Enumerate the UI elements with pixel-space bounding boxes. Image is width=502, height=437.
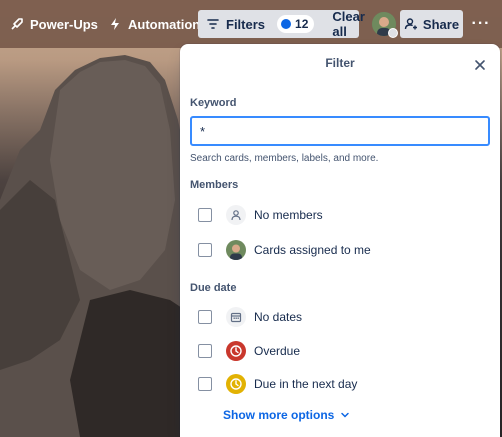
filter-option-no-members[interactable]: No members <box>190 201 490 229</box>
checkbox[interactable] <box>198 377 212 391</box>
filter-option-no-dates[interactable]: No dates <box>190 303 490 331</box>
board-header: Power-Ups Automation Filters 12 Clear al… <box>0 0 502 48</box>
members-label: Members <box>190 179 239 191</box>
option-label: Overdue <box>254 344 301 358</box>
filters-button[interactable]: Filters 12 <box>198 10 320 38</box>
checkbox[interactable] <box>198 208 212 222</box>
rocket-icon <box>11 18 23 30</box>
keyword-input[interactable] <box>190 116 490 146</box>
filter-icon <box>207 19 219 29</box>
due-date-label: Due date <box>190 282 237 294</box>
automation-label: Automation <box>128 16 201 32</box>
chevron-down-icon <box>341 412 350 418</box>
checkbox[interactable] <box>198 344 212 358</box>
more-icon: ··· <box>471 15 491 32</box>
add-person-icon <box>404 18 417 30</box>
clock-icon <box>226 341 246 361</box>
show-more-options-button[interactable]: Show more options <box>223 408 350 422</box>
powerups-button[interactable]: Power-Ups <box>2 10 106 38</box>
option-label: No dates <box>254 310 303 324</box>
person-icon <box>226 205 246 225</box>
option-label: Due in the next day <box>254 377 358 391</box>
avatar <box>226 240 246 260</box>
admin-badge-icon <box>388 28 398 38</box>
filter-toolbar-group: Filters 12 Clear all <box>198 9 365 39</box>
keyword-hint: Search cards, members, labels, and more. <box>190 153 379 164</box>
filter-option-assigned-to-me[interactable]: Cards assigned to me <box>190 236 490 264</box>
panel-title: Filter <box>325 56 355 70</box>
checkbox[interactable] <box>198 310 212 324</box>
keyword-label: Keyword <box>190 97 237 109</box>
filter-count-badge: 12 <box>277 15 315 33</box>
cliff-photo <box>0 55 200 437</box>
calendar-icon <box>226 307 246 327</box>
option-label: No members <box>254 208 323 222</box>
filter-option-overdue[interactable]: Overdue <box>190 337 490 365</box>
show-more-label: Show more options <box>223 408 335 422</box>
filters-label: Filters <box>226 16 266 32</box>
option-label: Cards assigned to me <box>254 243 371 257</box>
checkbox[interactable] <box>198 243 212 257</box>
clear-all-button[interactable]: Clear all <box>326 9 371 39</box>
close-icon <box>475 60 485 70</box>
lightning-icon <box>111 18 119 30</box>
share-button[interactable]: Share <box>400 10 463 38</box>
filter-option-due-next-day[interactable]: Due in the next day <box>190 370 490 398</box>
close-button[interactable] <box>468 54 492 76</box>
filter-panel: Filter Keyword Search cards, members, la… <box>180 44 500 437</box>
count-dot <box>281 19 292 29</box>
automation-button[interactable]: Automation <box>100 10 208 38</box>
more-menu-button[interactable]: ··· <box>470 10 492 38</box>
share-label: Share <box>422 16 460 32</box>
clock-icon <box>226 374 246 394</box>
filter-count: 12 <box>295 17 309 31</box>
powerups-label: Power-Ups <box>30 16 98 32</box>
